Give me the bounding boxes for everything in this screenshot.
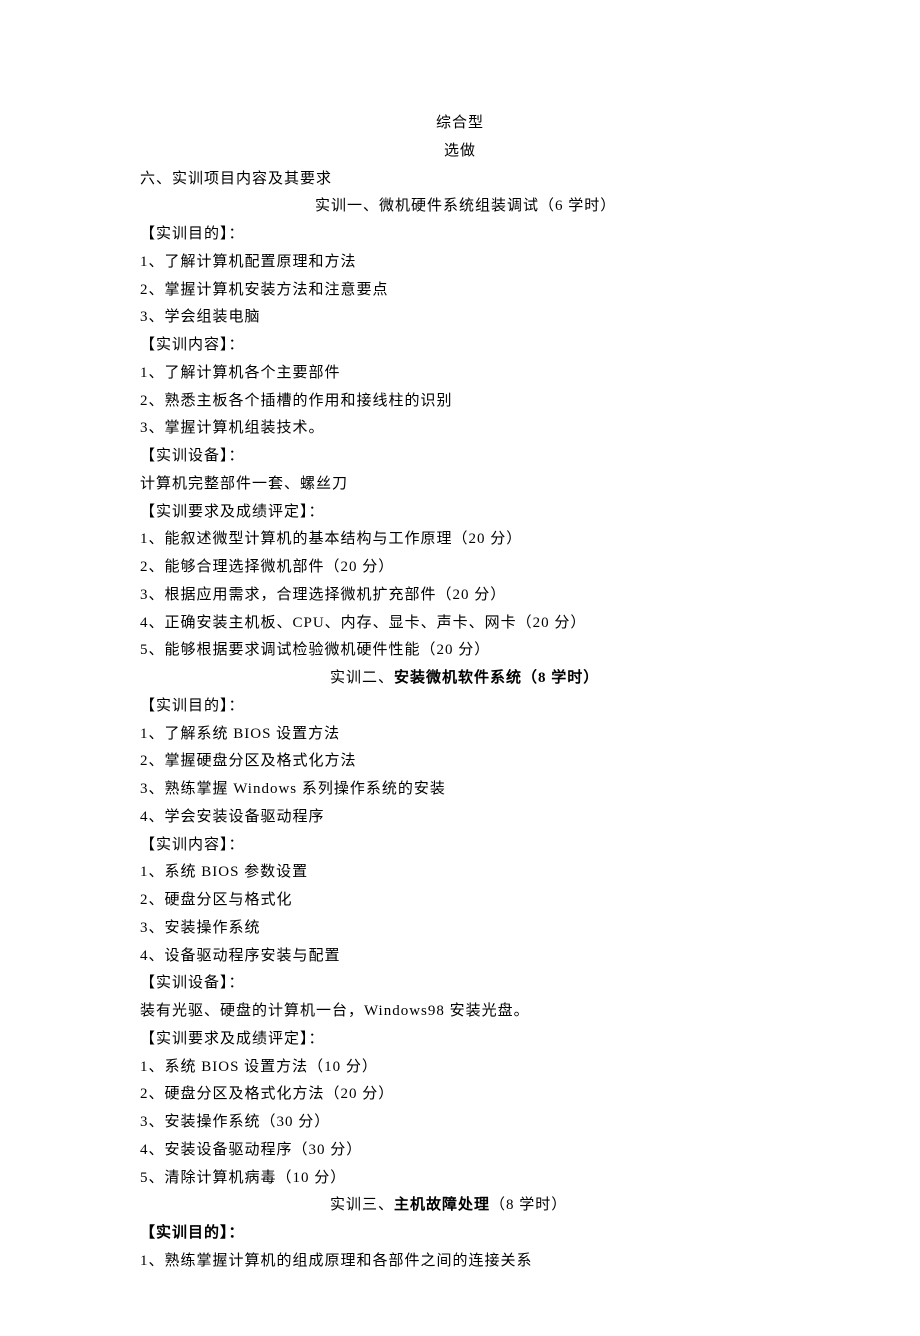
list-item: 3、学会组装电脑: [140, 304, 780, 332]
list-item: 4、学会安装设备驱动程序: [140, 804, 780, 832]
list-item: 1、熟练掌握计算机的组成原理和各部件之间的连接关系: [140, 1248, 780, 1276]
header-line-1: 综合型: [140, 110, 780, 138]
list-item: 4、设备驱动程序安装与配置: [140, 943, 780, 971]
training-3-heading-prefix: 实训三、: [330, 1197, 394, 1213]
training-2-heading: 实训二、安装微机软件系统（8 学时）: [140, 665, 780, 693]
list-item: 4、安装设备驱动程序（30 分）: [140, 1137, 780, 1165]
training-2-heading-prefix: 实训二、: [330, 670, 394, 686]
training-1-group-0-label: 【实训目的】：: [140, 221, 780, 249]
header-line-2: 选做: [140, 138, 780, 166]
list-item: 计算机完整部件一套、螺丝刀: [140, 471, 780, 499]
training-1-heading-prefix: 实训一、微机硬件系统组装调试（6 学时）: [315, 198, 616, 214]
list-item: 3、熟练掌握 Windows 系列操作系统的安装: [140, 776, 780, 804]
section-title: 六、实训项目内容及其要求: [140, 166, 780, 194]
list-item: 1、了解计算机各个主要部件: [140, 360, 780, 388]
list-item: 3、根据应用需求，合理选择微机扩充部件（20 分）: [140, 582, 780, 610]
training-2-heading-bold: 安装微机软件系统（8 学时）: [394, 670, 599, 686]
training-3-group-0-label: 【实训目的】：: [140, 1220, 780, 1248]
training-2-group-3-label: 【实训要求及成绩评定】：: [140, 1026, 780, 1054]
list-item: 1、了解计算机配置原理和方法: [140, 249, 780, 277]
training-1-group-3-label: 【实训要求及成绩评定】：: [140, 499, 780, 527]
list-item: 3、安装操作系统（30 分）: [140, 1109, 780, 1137]
training-2-group-0-label: 【实训目的】：: [140, 693, 780, 721]
training-3-heading: 实训三、主机故障处理（8 学时）: [140, 1192, 780, 1220]
list-item: 1、系统 BIOS 设置方法（10 分）: [140, 1054, 780, 1082]
list-item: 2、能够合理选择微机部件（20 分）: [140, 554, 780, 582]
list-item: 1、系统 BIOS 参数设置: [140, 859, 780, 887]
training-2-group-2-label: 【实训设备】：: [140, 970, 780, 998]
training-3-heading-suffix: （8 学时）: [490, 1197, 567, 1213]
list-item: 5、能够根据要求调试检验微机硬件性能（20 分）: [140, 637, 780, 665]
list-item: 3、安装操作系统: [140, 915, 780, 943]
list-item: 1、了解系统 BIOS 设置方法: [140, 721, 780, 749]
list-item: 4、正确安装主机板、CPU、内存、显卡、声卡、网卡（20 分）: [140, 610, 780, 638]
list-item: 装有光驱、硬盘的计算机一台，Windows98 安装光盘。: [140, 998, 780, 1026]
list-item: 5、清除计算机病毒（10 分）: [140, 1165, 780, 1193]
list-item: 2、熟悉主板各个插槽的作用和接线柱的识别: [140, 388, 780, 416]
list-item: 1、能叙述微型计算机的基本结构与工作原理（20 分）: [140, 526, 780, 554]
training-2-group-1-label: 【实训内容】：: [140, 832, 780, 860]
training-1-heading: 实训一、微机硬件系统组装调试（6 学时）: [140, 193, 780, 221]
list-item: 2、掌握计算机安装方法和注意要点: [140, 277, 780, 305]
training-3-heading-bold: 主机故障处理: [394, 1197, 490, 1213]
list-item: 2、硬盘分区与格式化: [140, 887, 780, 915]
list-item: 2、硬盘分区及格式化方法（20 分）: [140, 1081, 780, 1109]
list-item: 3、掌握计算机组装技术。: [140, 415, 780, 443]
training-1-group-1-label: 【实训内容】：: [140, 332, 780, 360]
list-item: 2、掌握硬盘分区及格式化方法: [140, 748, 780, 776]
training-1-group-2-label: 【实训设备】：: [140, 443, 780, 471]
